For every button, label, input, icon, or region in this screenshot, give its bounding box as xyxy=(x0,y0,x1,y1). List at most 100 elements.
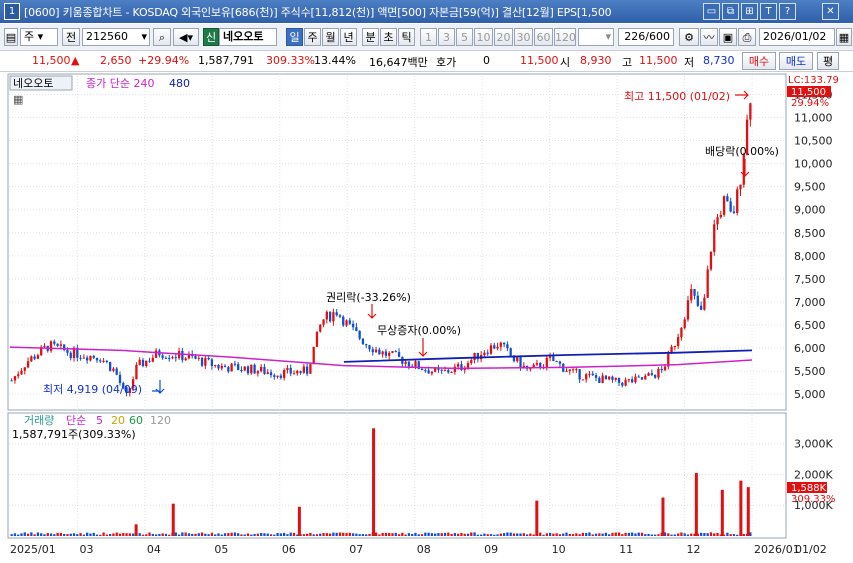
candle-body xyxy=(614,377,617,380)
dividend-annotation: 배당락(0.00%) xyxy=(705,145,779,158)
search-icon[interactable]: ⌕ xyxy=(153,28,171,46)
date-tick-label: 2026/01 xyxy=(754,543,800,556)
volume-bar xyxy=(384,532,388,536)
period-year-button[interactable]: 년 xyxy=(340,28,357,46)
candle-body xyxy=(680,327,683,338)
volume-bar xyxy=(378,534,381,536)
volume-bar xyxy=(732,534,736,536)
help-icon[interactable]: ? xyxy=(779,3,796,20)
grid-icon[interactable]: ⊞ xyxy=(741,3,758,20)
candle-body xyxy=(650,373,654,375)
volume-bar xyxy=(611,532,614,536)
sound-icon[interactable]: ◀▾ xyxy=(173,28,199,46)
volume-bar xyxy=(243,534,246,536)
candle-body xyxy=(703,297,706,310)
period-second-button[interactable]: 초 xyxy=(380,28,397,46)
menu-icon[interactable]: ▤ xyxy=(4,28,18,46)
candle-body xyxy=(328,311,332,322)
chart-area[interactable]: 11,500 11,000 10,500 10,000 9,500 9,000 8,500 8… xyxy=(0,72,853,560)
candle-body xyxy=(381,351,384,355)
sell-button[interactable]: 매도 xyxy=(779,52,813,70)
period-week-button[interactable]: 주 xyxy=(304,28,321,46)
volume-bar xyxy=(411,534,414,536)
price-chart-svg[interactable]: 11,500 11,000 10,500 10,000 9,500 9,000 8,500 8… xyxy=(0,72,853,560)
text-icon[interactable]: T xyxy=(760,3,777,20)
candle-body xyxy=(407,361,411,367)
close-icon[interactable]: ✕ xyxy=(822,3,839,20)
legend-config-icon[interactable]: ▦ xyxy=(13,93,23,106)
candle-body xyxy=(174,357,177,359)
candle-body xyxy=(713,224,716,252)
volume-bar xyxy=(644,534,647,536)
print-icon[interactable]: ⎙ xyxy=(738,28,756,46)
restore-icon[interactable]: ▭ xyxy=(703,3,720,20)
volume-bar xyxy=(154,534,158,536)
volume-bar xyxy=(506,532,509,536)
candle-body xyxy=(296,370,299,374)
low-annotation: 최저 4,919 (04/09) xyxy=(43,383,142,396)
interval-1-button[interactable]: 1 xyxy=(420,28,437,46)
volume-bar xyxy=(427,532,430,536)
volume-bar xyxy=(82,534,86,536)
volume-bar xyxy=(594,533,598,536)
stock-code-input[interactable]: 212560 ▾ xyxy=(82,28,150,46)
period-tick-button[interactable]: 틱 xyxy=(398,28,415,46)
interval-120-button[interactable]: 120 xyxy=(554,28,576,46)
avg-button[interactable]: 평 xyxy=(817,52,839,70)
period-minute-button[interactable]: 분 xyxy=(362,28,379,46)
candle-body xyxy=(621,382,624,386)
volume-bar xyxy=(539,532,542,536)
candle-body xyxy=(493,345,496,349)
count-field[interactable]: 226/600 xyxy=(618,28,674,46)
candle-body xyxy=(598,377,601,383)
volume-bar xyxy=(46,533,49,536)
candle-body xyxy=(699,305,703,310)
volume-bar xyxy=(562,533,565,536)
candle-body xyxy=(43,345,46,347)
interval-3-button[interactable]: 3 xyxy=(438,28,455,46)
period-mode-button[interactable]: 전 xyxy=(62,28,80,46)
buy-button[interactable]: 매수 xyxy=(742,52,776,70)
turnover-value: 13.44% xyxy=(314,54,356,67)
volume-bar xyxy=(571,534,575,536)
volume-bar xyxy=(713,533,716,536)
candle-body xyxy=(273,375,276,377)
price-change-pct: +29.94% xyxy=(138,54,190,67)
volume-bar xyxy=(128,533,131,536)
volume-bar xyxy=(79,533,82,536)
volume-bar xyxy=(122,533,125,536)
period-month-button[interactable]: 월 xyxy=(322,28,339,46)
candle-body xyxy=(706,269,709,298)
date-field[interactable]: 2026/01/02 xyxy=(759,28,835,46)
candle-body xyxy=(161,355,164,358)
candle-body xyxy=(312,346,315,365)
candle-body xyxy=(683,319,686,328)
save-icon[interactable]: ▣ xyxy=(719,28,737,46)
interval-10-button[interactable]: 10 xyxy=(474,28,493,46)
interval-30-button[interactable]: 30 xyxy=(514,28,533,46)
volume-bar xyxy=(424,532,427,536)
indicator-icon[interactable]: ⚙ xyxy=(679,28,699,46)
volume-bar xyxy=(335,532,338,536)
volume-tag: 1,588K xyxy=(791,483,827,494)
candle-body xyxy=(427,370,430,374)
volume-bar xyxy=(63,533,66,536)
volume-bar xyxy=(443,532,447,536)
candle-body xyxy=(240,369,243,371)
volume-bar xyxy=(565,532,568,536)
period-day-button[interactable]: 일 xyxy=(286,28,303,46)
volume-spike xyxy=(297,506,301,536)
interval-60-button[interactable]: 60 xyxy=(534,28,553,46)
interval-custom-select[interactable]: ▾ xyxy=(578,28,614,46)
interval-20-button[interactable]: 20 xyxy=(494,28,513,46)
candle-body xyxy=(722,196,726,215)
calendar-icon[interactable]: ▦ xyxy=(836,28,852,46)
stock-name-field[interactable]: 네오오토 xyxy=(219,28,277,46)
bid-label: 호가 xyxy=(436,56,457,69)
interval-5-button[interactable]: 5 xyxy=(456,28,473,46)
compare-icon[interactable]: 〰 xyxy=(700,28,718,46)
volume-bar xyxy=(30,532,33,536)
link-icon[interactable]: ⧉ xyxy=(722,3,739,20)
stock-type-select[interactable]: 주 ▾ xyxy=(20,28,58,46)
price-tick-label: 8,500 xyxy=(794,227,826,240)
